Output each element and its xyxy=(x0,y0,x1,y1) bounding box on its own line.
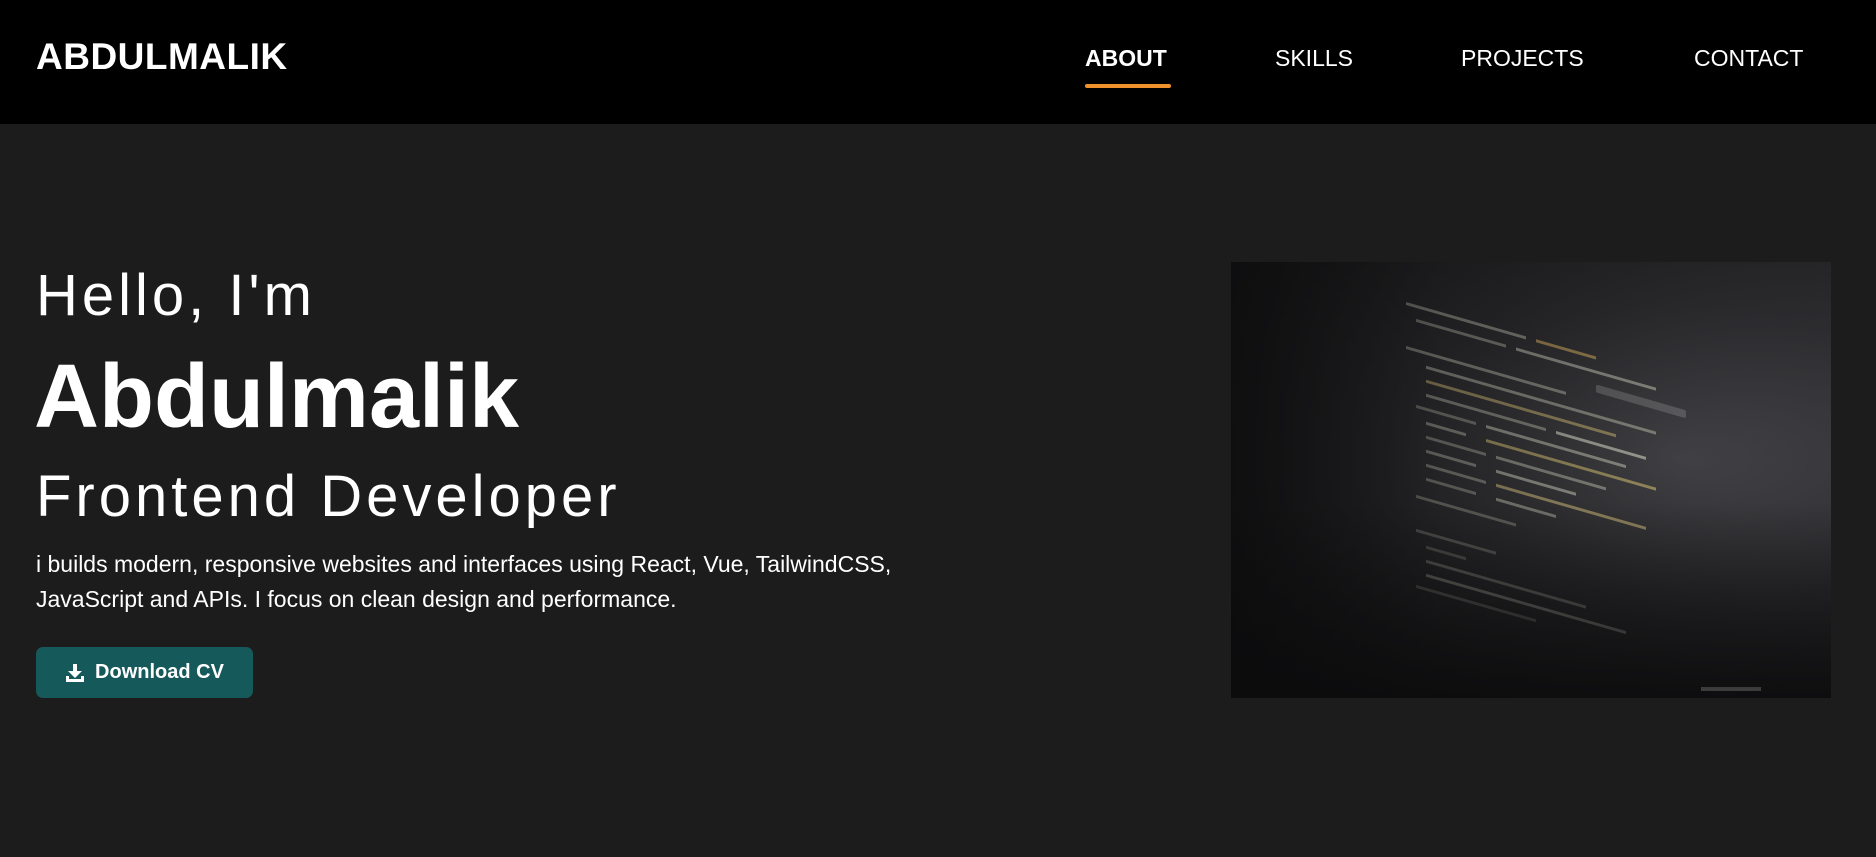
hero-image-code-screen xyxy=(1231,262,1831,698)
nav-link-skills[interactable]: SKILLS xyxy=(1275,44,1353,72)
hero-name: Abdulmalik xyxy=(34,347,520,447)
brand-logo[interactable]: ABDULMALIK xyxy=(36,36,288,78)
navbar: ABDULMALIK ABOUT SKILLS PROJECTS CONTACT xyxy=(0,0,1876,124)
hero-role: Frontend Developer xyxy=(36,464,621,529)
nav-link-about[interactable]: ABOUT xyxy=(1085,44,1167,72)
download-icon xyxy=(65,663,85,683)
nav-active-underline xyxy=(1085,84,1171,88)
download-cv-label: Download CV xyxy=(95,661,224,683)
hero-description: i builds modern, responsive websites and… xyxy=(36,551,892,612)
nav-link-projects[interactable]: PROJECTS xyxy=(1461,44,1584,72)
download-cv-button[interactable]: Download CV xyxy=(36,647,253,698)
nav-link-contact[interactable]: CONTACT xyxy=(1694,44,1803,72)
hero-greeting: Hello, I'm xyxy=(36,263,316,328)
